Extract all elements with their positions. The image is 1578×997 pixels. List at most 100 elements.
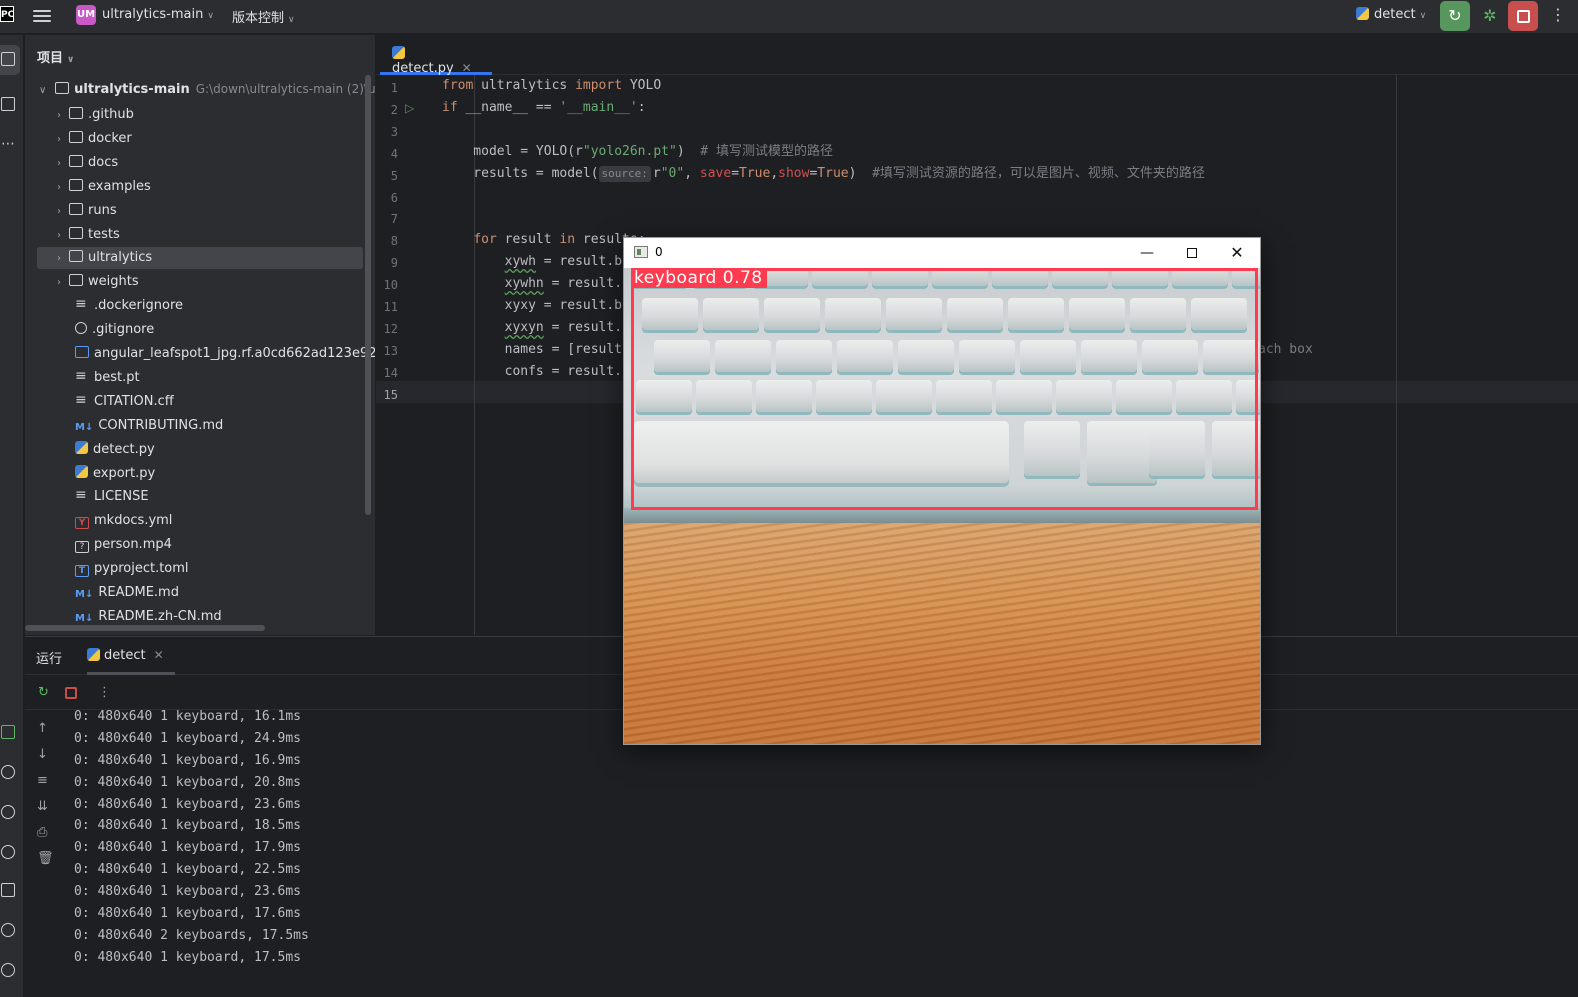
structure-icon[interactable] <box>1 97 15 111</box>
editor-tab-bar: detect.py ✕ <box>376 35 1578 76</box>
maximize-icon <box>1187 248 1197 258</box>
window-close-button[interactable]: ✕ <box>1214 238 1260 268</box>
more-actions-icon[interactable]: ⋮ <box>1550 5 1566 24</box>
stop-icon[interactable] <box>65 687 77 699</box>
project-badge[interactable]: UM <box>76 5 96 25</box>
console-line: 0: 480x640 1 keyboard, 16.9ms <box>74 752 301 768</box>
preview-title-bar[interactable]: 0 — ✕ <box>624 238 1260 268</box>
rerun-icon[interactable]: ↻ <box>38 685 49 700</box>
tree-item[interactable]: › ultralytics <box>37 247 363 270</box>
vertical-scrollbar[interactable] <box>365 75 371 515</box>
python-icon <box>87 648 100 661</box>
run-gutter-icon[interactable]: ▷ <box>405 101 414 115</box>
stop-button[interactable] <box>1508 1 1538 31</box>
chevron-right-icon[interactable]: › <box>57 248 69 270</box>
tree-item[interactable]: › docker <box>57 128 132 151</box>
tree-item[interactable]: › .github <box>57 104 134 127</box>
tree-item[interactable]: › weights <box>57 271 139 294</box>
close-icon[interactable]: ✕ <box>154 648 164 662</box>
run-panel-title: 运行 <box>36 652 63 667</box>
arrow-down-icon[interactable]: ↓ <box>37 747 48 762</box>
line-number: 9 <box>390 256 398 271</box>
chevron-right-icon[interactable]: › <box>57 105 69 127</box>
tree-root[interactable]: ∨ ultralytics-main G:\down\ultralytics-ma… <box>39 82 375 102</box>
root-folder-name: ultralytics-main <box>74 82 190 97</box>
tree-item-label: weights <box>88 274 139 290</box>
tree-item[interactable]: .dockerignore <box>59 293 183 317</box>
more-options-icon[interactable]: ⋮ <box>98 685 111 700</box>
project-name: ultralytics-main <box>102 7 204 22</box>
soft-wrap-icon[interactable]: ≡ <box>37 773 48 788</box>
horizontal-scrollbar[interactable] <box>25 625 265 631</box>
tree-item-label: runs <box>88 202 117 218</box>
tree-item[interactable]: export.py <box>59 463 155 485</box>
tab-detect-py[interactable]: detect.py ✕ <box>380 35 492 76</box>
line-number: 2 <box>390 102 398 117</box>
text-file-icon <box>75 365 89 387</box>
detection-bounding-box <box>631 268 1258 510</box>
code-line-9: xywh = result.b <box>504 254 623 269</box>
chevron-right-icon[interactable]: › <box>57 201 69 223</box>
trash-icon[interactable]: 🗑 <box>37 851 54 866</box>
line-number: 11 <box>383 300 398 314</box>
close-icon[interactable]: ✕ <box>462 61 472 75</box>
tree-item[interactable]: LICENSE <box>59 484 149 508</box>
scroll-to-end-icon[interactable]: ⇊ <box>37 799 48 814</box>
project-panel-header[interactable]: 项目 ∨ <box>37 47 74 66</box>
run-tool-icon[interactable] <box>1 725 15 739</box>
tree-item[interactable]: angular_leafspot1_jpg.rf.a0cd662ad123e92… <box>59 343 375 365</box>
console-line: 0: 480x640 1 keyboard, 20.8ms <box>74 774 301 790</box>
chevron-right-icon[interactable]: › <box>57 153 69 175</box>
console-output[interactable]: 0: 480x640 1 keyboard, 16.1ms 0: 480x640 … <box>74 710 309 974</box>
rerun-icon: ↻ <box>1448 6 1462 25</box>
debug-button[interactable]: ✲ <box>1475 1 1505 31</box>
run-config-name: detect <box>1374 7 1416 22</box>
python-packages-icon[interactable] <box>1 765 15 779</box>
tree-item[interactable]: CITATION.cff <box>59 389 174 413</box>
chevron-right-icon[interactable]: › <box>57 272 69 294</box>
chevron-right-icon[interactable]: › <box>57 177 69 199</box>
tree-item[interactable]: Tpyproject.toml <box>59 558 189 580</box>
tree-item[interactable]: › examples <box>57 176 151 199</box>
detection-preview-window[interactable]: 0 — ✕ keyboard 0.78 <box>623 237 1261 745</box>
maximize-button[interactable] <box>1169 238 1215 268</box>
console-line: 0: 480x640 1 keyboard, 24.9ms <box>74 730 301 746</box>
project-folder-icon[interactable] <box>1 52 15 66</box>
python-console-icon[interactable] <box>1 805 15 819</box>
unknown-file-icon: ? <box>75 541 89 554</box>
project-panel: 项目 ∨ ∨ ultralytics-main G:\down\ultralytic… <box>25 35 375 635</box>
run-config-selector[interactable]: detect ∨ <box>1356 7 1426 22</box>
tree-item[interactable]: best.pt <box>59 365 140 389</box>
tree-item[interactable]: ? person.mp4 <box>59 534 172 556</box>
console-side-tools: ↑ ↓ ≡ ⇊ ⎙ 🗑 <box>25 711 63 997</box>
tree-item[interactable]: M↓ CONTRIBUTING.md <box>59 415 223 437</box>
project-switcher[interactable]: ultralytics-main ∨ <box>102 7 214 22</box>
print-icon[interactable]: ⎙ <box>37 825 47 840</box>
tree-item[interactable]: detect.py <box>59 439 155 461</box>
chevron-right-icon[interactable]: › <box>57 129 69 151</box>
vcs-menu[interactable]: 版本控制 ∨ <box>232 7 295 26</box>
image-file-icon <box>75 346 89 358</box>
main-menu-button[interactable] <box>33 7 51 25</box>
run-tab-detect[interactable]: detect ✕ <box>87 637 175 675</box>
tree-item[interactable]: › docs <box>57 152 119 175</box>
tree-item[interactable]: M↓ README.md <box>59 582 179 604</box>
terminal-icon[interactable] <box>1 883 15 897</box>
problems-icon[interactable] <box>1 923 15 937</box>
tree-item[interactable]: › tests <box>57 224 120 247</box>
chevron-right-icon[interactable]: › <box>57 225 69 247</box>
tree-item-label: LICENSE <box>94 489 149 505</box>
folder-file-icon <box>69 202 83 215</box>
tree-item[interactable]: › runs <box>57 200 117 223</box>
tree-item-label: docs <box>88 154 119 170</box>
arrow-up-icon[interactable]: ↑ <box>37 721 48 736</box>
tree-item[interactable]: .gitignore <box>59 319 154 341</box>
more-tools-icon[interactable]: ⋯ <box>1 136 16 152</box>
tree-item-label: pyproject.toml <box>94 561 189 577</box>
tree-item[interactable]: Ymkdocs.yml <box>59 510 172 532</box>
git-icon[interactable] <box>1 963 15 977</box>
minimize-button[interactable]: — <box>1124 238 1170 268</box>
services-icon[interactable] <box>1 845 15 859</box>
line-number: 3 <box>390 124 398 139</box>
rerun-button[interactable]: ↻ <box>1440 1 1470 31</box>
